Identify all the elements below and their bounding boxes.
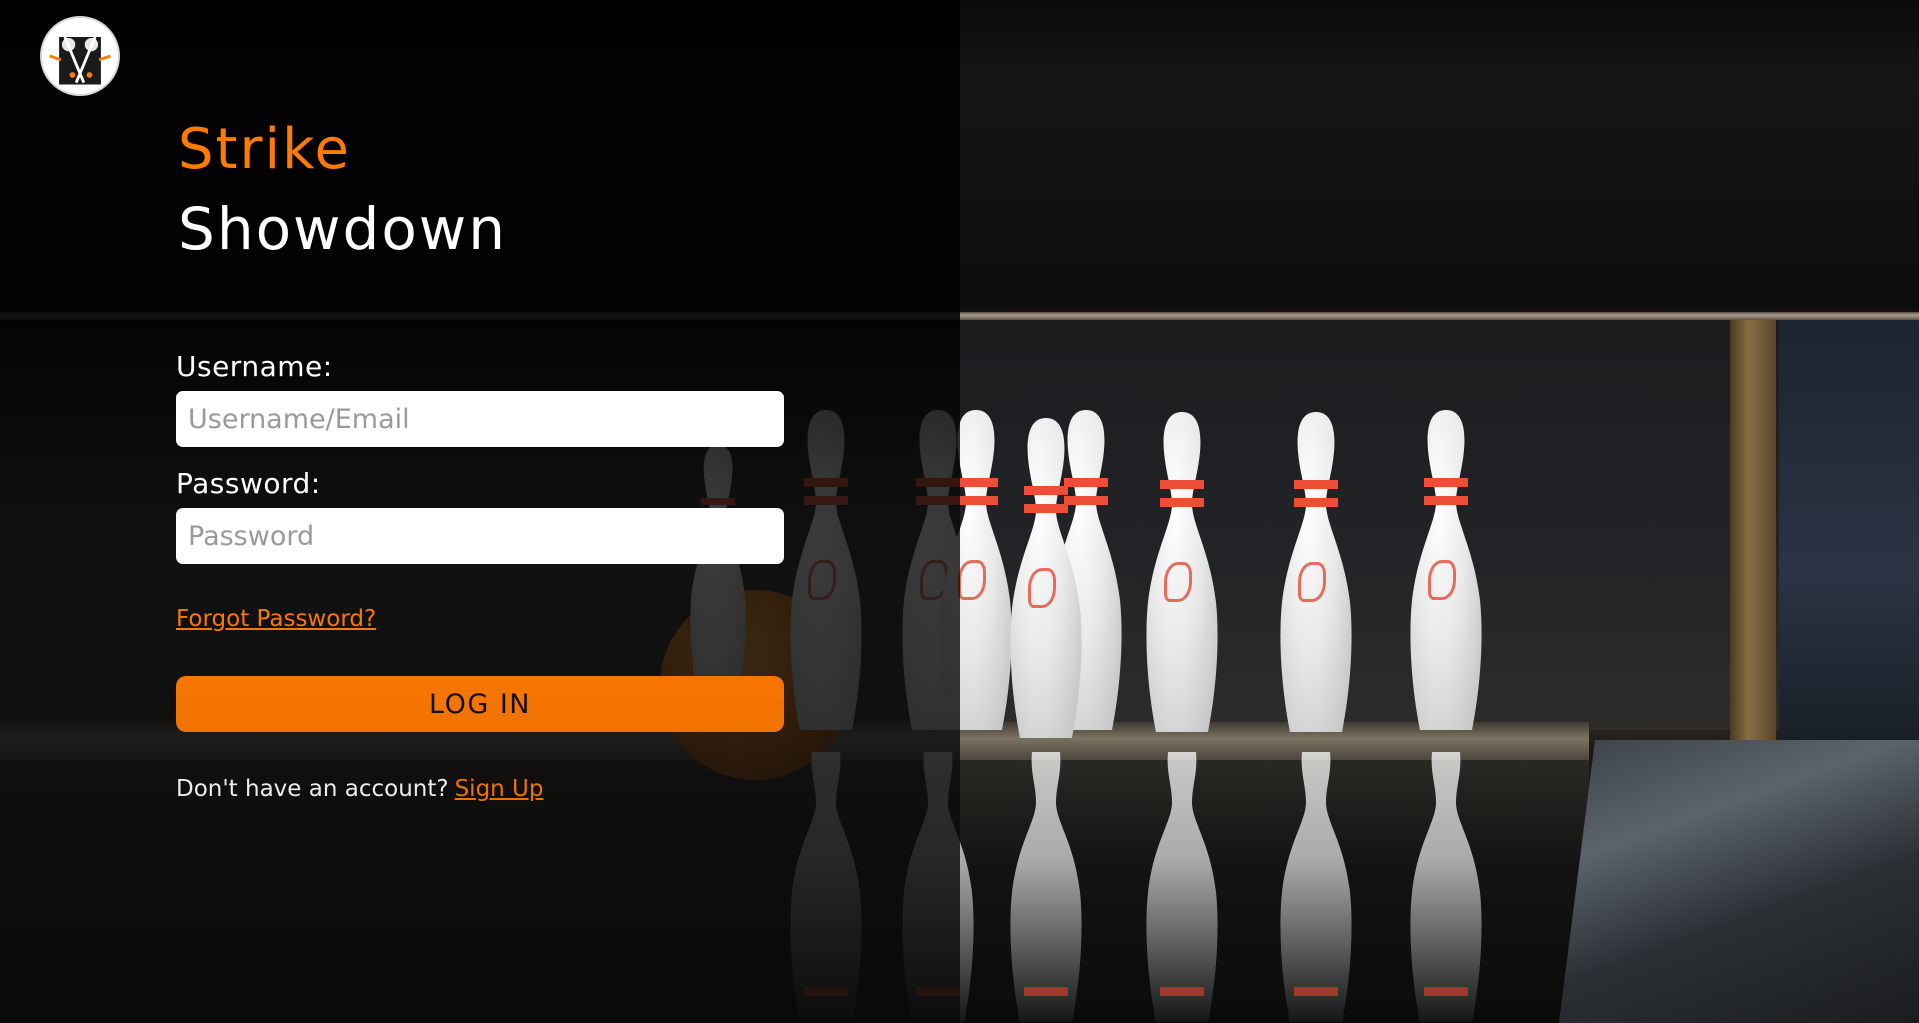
forgot-password-link[interactable]: Forgot Password? (176, 606, 376, 632)
wooden-post (1730, 320, 1776, 740)
signup-row: Don't have an account? Sign Up (176, 776, 784, 802)
login-panel: Strike Showdown Username: Password: Forg… (0, 0, 960, 1023)
password-input[interactable] (176, 508, 784, 564)
username-input[interactable] (176, 391, 784, 447)
app-title-line2: Showdown (178, 195, 507, 263)
pin-reflection (1146, 752, 1218, 1022)
gutter (1559, 740, 1919, 1023)
username-label: Username: (176, 350, 333, 383)
password-label: Password: (176, 467, 321, 500)
bowling-pin (1410, 410, 1482, 730)
login-page: Strike Showdown Username: Password: Forg… (0, 0, 1919, 1023)
pin-reflection (1410, 752, 1482, 1022)
bowling-pin (1146, 412, 1218, 732)
login-form: Username: Password: Forgot Password? LOG… (176, 350, 784, 802)
pin-reflection (1010, 752, 1082, 1022)
login-button[interactable]: LOG IN (176, 676, 784, 732)
bowling-pin (1280, 412, 1352, 732)
bowling-duo-logo-icon (40, 16, 120, 96)
app-title-line1: Strike (178, 117, 351, 182)
pinsetter-machine (1779, 320, 1919, 740)
bowling-pin (1010, 418, 1082, 738)
pin-reflection (1280, 752, 1352, 1022)
signup-prompt: Don't have an account? (176, 776, 449, 802)
signup-link[interactable]: Sign Up (455, 776, 544, 802)
